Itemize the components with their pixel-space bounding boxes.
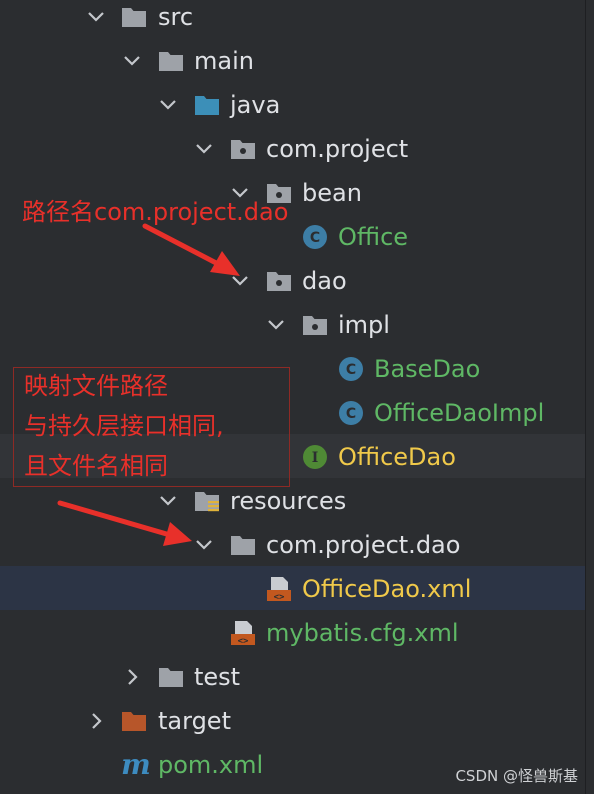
annotation-arrows [57,223,240,546]
watermark: CSDN @怪兽斯基 [455,767,578,785]
annotation-arrow-upper [142,223,240,276]
annotation-arrow-lower [57,500,192,546]
